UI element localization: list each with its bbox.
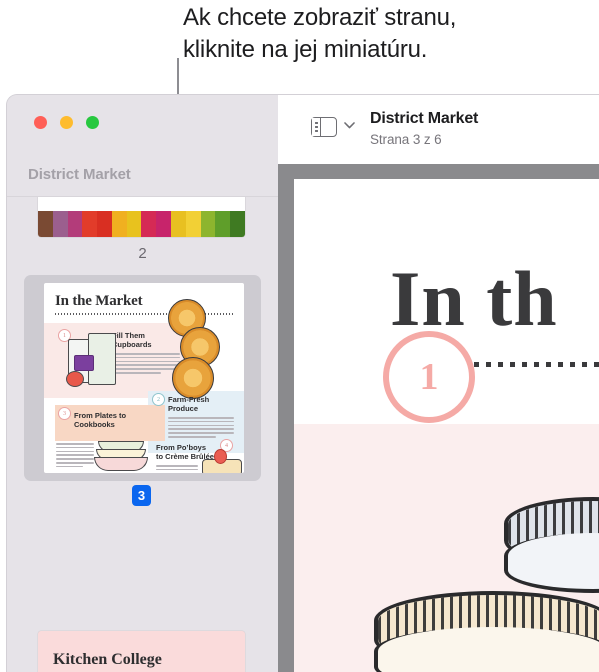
minimize-button[interactable] [60,116,73,129]
document-page[interactable]: In th 1 [294,179,599,672]
mini-heading-3: From Plates to Cookbooks [74,411,127,429]
strawberry-illustration [214,449,227,464]
tomato-illustration [66,371,84,387]
thumbnail-page-4[interactable]: Kitchen College A Weekend Feast [38,631,245,672]
page-title: District Market [370,110,479,127]
app-window: District Market 2 In the Market 1 Fill T… [6,94,599,672]
jar-label-purple [74,355,94,371]
mini-number-3: 3 [58,407,71,420]
thumbnail-page-3[interactable]: In the Market 1 Fill Them Cupboards 2 Fa… [44,283,244,473]
mini-heading-2: Farm-Fresh Produce [168,395,210,413]
callout-annotation: Ak chcete zobraziť stranu, kliknite na j… [0,0,599,290]
thumbnail-page-3-selection[interactable]: In the Market 1 Fill Them Cupboards 2 Fa… [24,275,261,481]
mini-number-2: 2 [152,393,165,406]
mini-body-3 [56,443,94,469]
thumbnail-page-2-label: 2 [138,245,147,262]
thumbnail-page-4-title: Kitchen College [53,651,162,668]
chevron-down-icon[interactable] [344,122,355,129]
sidebar: District Market 2 In the Market 1 Fill T… [7,95,278,672]
jar-lids-illustration [374,497,599,672]
thumbnail-page-3-badge: 3 [132,485,151,506]
jar-lid-bottom-body [374,627,599,672]
page-status: Strana 3 z 6 [370,132,442,147]
mini-page-title: In the Market [55,293,143,309]
sidebar-title: District Market [28,166,131,183]
sidebar-icon-dot-2 [314,126,318,128]
close-button[interactable] [34,116,47,129]
callout-text: Ak chcete zobraziť stranu, kliknite na j… [183,4,457,63]
thumbnail-page-2[interactable] [38,197,245,237]
mini-heading-1: Fill Them Cupboards [112,331,152,349]
zoom-button[interactable] [86,116,99,129]
mini-body-2 [168,417,234,440]
toolbar: District Market Strana 3 z 6 [278,95,599,164]
section-number-badge: 1 [383,331,475,423]
page-heading: In th [390,255,558,342]
mini-title-rule [55,313,233,315]
sidebar-icon-dot-3 [314,130,318,132]
sidebar-icon-dot-1 [314,122,318,124]
mini-body-4 [156,465,198,473]
bowl-illustration-3 [94,457,148,471]
window-controls [34,116,114,130]
thumbnail-list[interactable]: 2 In the Market 1 Fill Them Cupboards 2 … [7,197,278,672]
document-canvas[interactable]: In th 1 [278,164,599,672]
citrus-slice-3 [172,357,214,399]
mini-body-1 [112,353,180,376]
sidebar-icon[interactable] [311,117,337,137]
vegetables-image [38,211,245,237]
